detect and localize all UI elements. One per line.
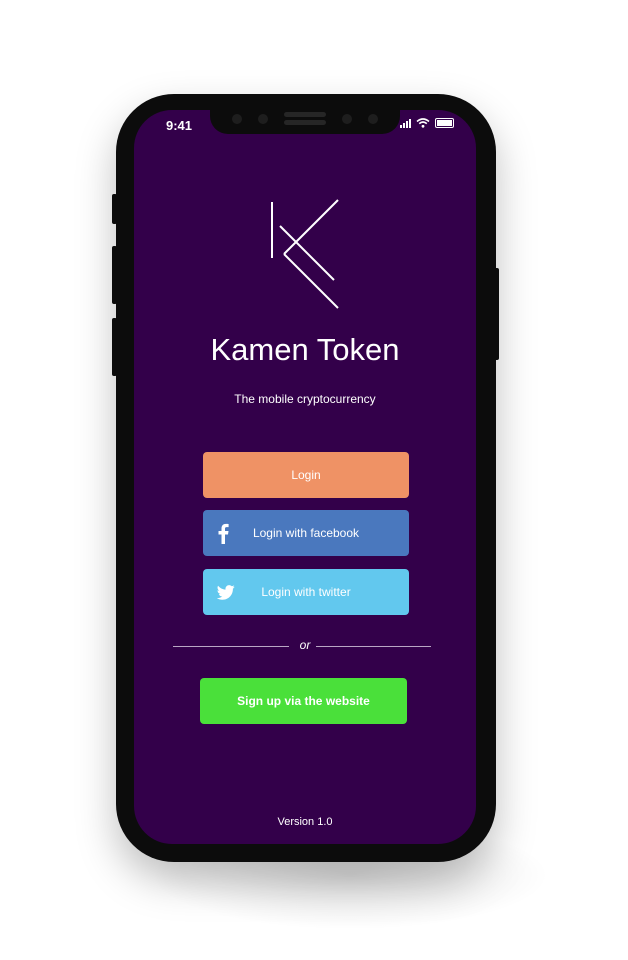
signal-icon bbox=[400, 118, 411, 128]
k-logo bbox=[271, 199, 339, 309]
login-button-label: Login bbox=[291, 468, 321, 482]
twitter-button-label: Login with twitter bbox=[261, 585, 351, 599]
version-label: Version 1.0 bbox=[277, 816, 333, 828]
phone-notch bbox=[210, 110, 400, 134]
twitter-icon bbox=[217, 585, 235, 600]
phone-power-button bbox=[494, 268, 499, 360]
phone-silent-switch bbox=[112, 194, 117, 224]
signup-button[interactable]: Sign up via the website bbox=[200, 678, 407, 724]
phone-volume-up bbox=[112, 246, 117, 304]
facebook-icon bbox=[218, 523, 229, 544]
camera-icon bbox=[232, 114, 242, 124]
twitter-login-button[interactable]: Login with twitter bbox=[203, 569, 409, 615]
app-subtitle: The mobile cryptocurrency bbox=[234, 392, 376, 406]
app-title: Kamen Token bbox=[210, 332, 400, 367]
sensor-icon bbox=[258, 114, 268, 124]
divider-line-right bbox=[316, 646, 431, 647]
facebook-button-label: Login with facebook bbox=[252, 526, 360, 540]
facebook-login-button[interactable]: Login with facebook bbox=[203, 510, 409, 556]
sensor-icon-2 bbox=[342, 114, 352, 124]
battery-icon bbox=[435, 118, 454, 128]
divider-or-text: or bbox=[299, 638, 311, 652]
phone-volume-down bbox=[112, 318, 117, 376]
signup-button-label: Sign up via the website bbox=[237, 694, 370, 708]
login-button[interactable]: Login bbox=[203, 452, 409, 498]
app-screen: 9:41 Kamen Token The mobile cryptocurren… bbox=[134, 110, 476, 844]
status-icons bbox=[400, 118, 454, 128]
status-time: 9:41 bbox=[166, 118, 193, 133]
speaker-grille-lower bbox=[284, 120, 326, 125]
front-camera-icon bbox=[368, 114, 378, 124]
wifi-icon bbox=[416, 118, 430, 128]
speaker-grille bbox=[284, 112, 326, 117]
